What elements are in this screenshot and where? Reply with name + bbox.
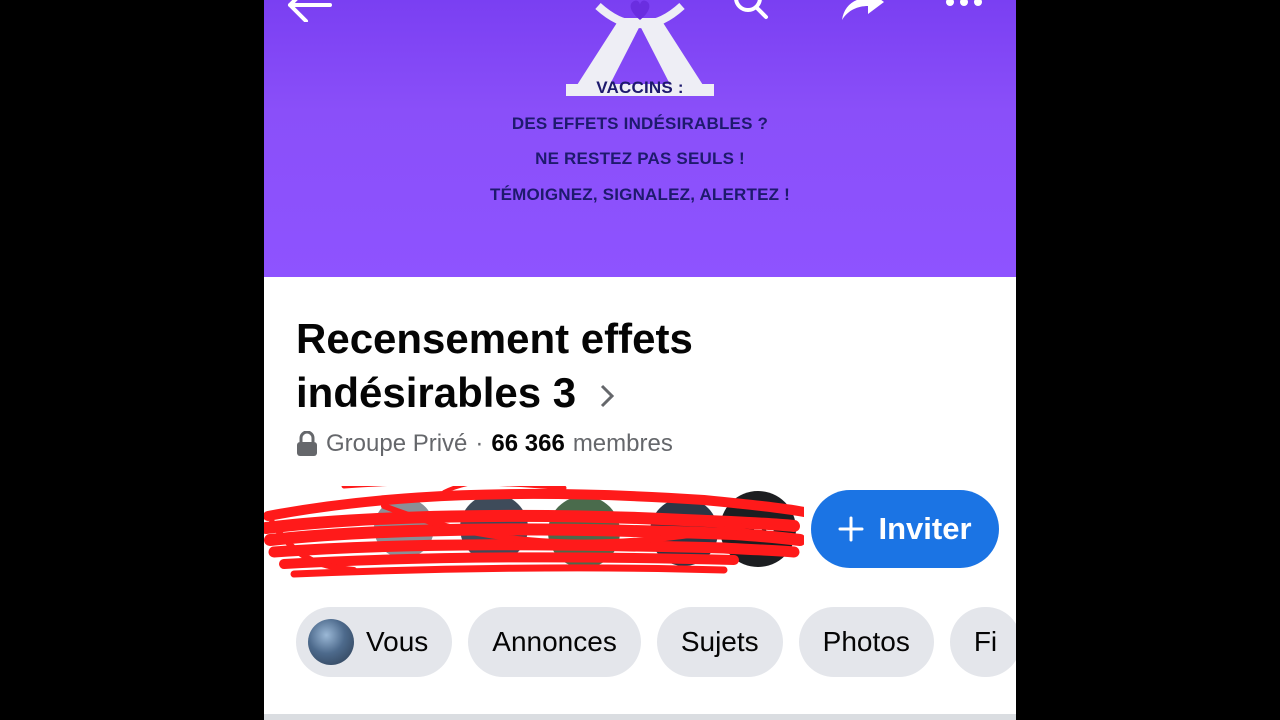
tab-photos-label: Photos [822,626,910,657]
tab-annonces-label: Annonces [492,626,617,657]
user-avatar [308,619,354,665]
redaction-scribble [264,478,809,578]
chevron-right-icon[interactable] [598,383,616,409]
group-tabs: Vous Annonces Sujets Photos Fi [296,607,1016,677]
group-header: Recensement effets indésirables 3 [296,312,816,420]
more-icon[interactable] [942,0,988,18]
member-label[interactable]: membres [573,430,673,458]
cover-image: VACCINS : DES EFFETS INDÉSIRABLES ? NE R… [264,0,1016,277]
member-count[interactable]: 66 366 [491,430,564,458]
invite-label: Inviter [878,511,972,546]
meta-separator: · [475,430,484,457]
tab-sujets[interactable]: Sujets [656,607,783,677]
tab-fichiers-label: Fi [973,626,998,657]
section-divider [264,714,1016,720]
cover-line-1: VACCINS : [596,78,684,97]
search-icon[interactable] [730,0,776,22]
privacy-label: Groupe Privé [326,430,468,457]
share-icon[interactable] [836,0,888,24]
phone-screen: VACCINS : DES EFFETS INDÉSIRABLES ? NE R… [264,0,1016,720]
tab-fichiers[interactable]: Fi [949,607,1016,677]
tab-sujets-label: Sujets [680,626,759,657]
group-title[interactable]: Recensement effets indésirables 3 [296,312,816,420]
member-avatars-redacted[interactable] [264,478,809,586]
group-name[interactable]: Recensement effets indésirables 3 [296,315,693,416]
group-meta: Groupe Privé · 66 366 membres [296,430,673,458]
plus-icon [838,516,864,542]
back-arrow-icon[interactable] [286,0,336,22]
tab-photos[interactable]: Photos [798,607,934,677]
cover-line-4: TÉMOIGNEZ, SIGNALEZ, ALERTEZ ! [489,185,791,204]
invite-button[interactable]: Inviter [811,490,999,568]
cover-line-3: NE RESTEZ PAS SEULS ! [535,149,745,168]
cover-line-2: DES EFFETS INDÉSIRABLES ? [511,114,769,133]
tab-annonces[interactable]: Annonces [468,607,641,677]
tab-vous-label: Vous [366,626,429,657]
tab-vous[interactable]: Vous [296,607,453,677]
lock-icon [297,431,317,456]
